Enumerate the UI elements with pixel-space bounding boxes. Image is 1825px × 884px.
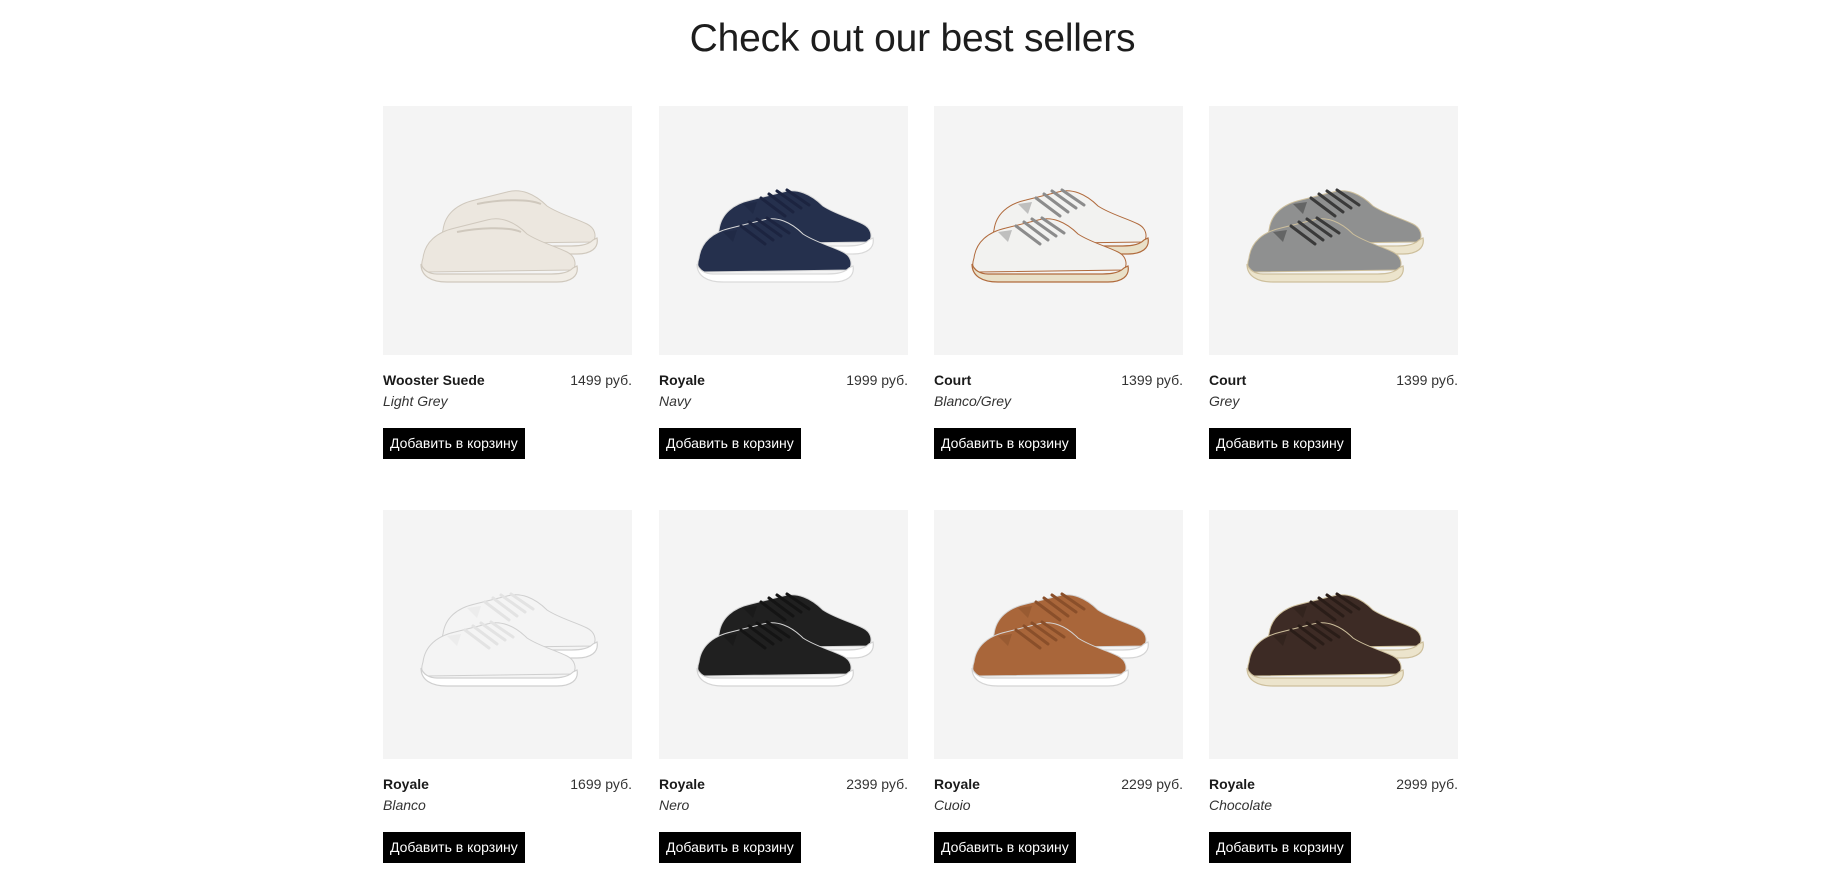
product-variant: Nero xyxy=(659,797,690,813)
sneaker-icon xyxy=(419,592,598,687)
sneaker-icon xyxy=(1245,592,1424,687)
product-info: Royale 2399 руб. Nero xyxy=(659,776,908,822)
add-to-cart-button[interactable]: Добавить в корзину xyxy=(383,428,525,459)
product-price: 2399 руб. xyxy=(846,776,908,792)
product-variant: Grey xyxy=(1209,393,1240,409)
product-price: 1399 руб. xyxy=(1396,372,1458,388)
product-image[interactable] xyxy=(1209,510,1458,759)
product-info: Court 1399 руб. Blanco/Grey xyxy=(934,372,1183,418)
add-to-cart-button[interactable]: Добавить в корзину xyxy=(1209,832,1351,863)
product-name[interactable]: Royale xyxy=(383,776,429,792)
product-price: 2999 руб. xyxy=(1396,776,1458,792)
product-info: Court 1399 руб. Grey xyxy=(1209,372,1458,418)
product-card: Court 1399 руб. Blanco/Grey Добавить в к… xyxy=(934,106,1183,459)
product-image[interactable] xyxy=(659,106,908,355)
product-card: Royale 1699 руб. Blanco Добавить в корзи… xyxy=(383,510,632,863)
product-variant: Cuoio xyxy=(934,797,971,813)
product-image[interactable] xyxy=(383,106,632,355)
product-card: Royale 1999 руб. Navy Добавить в корзину xyxy=(659,106,908,459)
product-info: Royale 1699 руб. Blanco xyxy=(383,776,632,822)
add-to-cart-button[interactable]: Добавить в корзину xyxy=(1209,428,1351,459)
product-name[interactable]: Royale xyxy=(1209,776,1255,792)
product-image[interactable] xyxy=(1209,106,1458,355)
product-image[interactable] xyxy=(934,106,1183,355)
product-variant: Light Grey xyxy=(383,393,448,409)
product-card: Court 1399 руб. Grey Добавить в корзину xyxy=(1209,106,1458,459)
product-price: 2299 руб. xyxy=(1121,776,1183,792)
add-to-cart-button[interactable]: Добавить в корзину xyxy=(659,428,801,459)
product-name[interactable]: Wooster Suede xyxy=(383,372,485,388)
product-price: 1999 руб. xyxy=(846,372,908,388)
product-variant: Blanco/Grey xyxy=(934,393,1012,409)
slip-on-sneaker-icon xyxy=(419,189,598,283)
product-image[interactable] xyxy=(659,510,908,759)
sneaker-icon xyxy=(1245,188,1424,283)
add-to-cart-button[interactable]: Добавить в корзину xyxy=(934,832,1076,863)
product-variant: Navy xyxy=(659,393,691,409)
add-to-cart-button[interactable]: Добавить в корзину xyxy=(383,832,525,863)
product-card: Royale 2399 руб. Nero Добавить в корзину xyxy=(659,510,908,863)
product-price: 1499 руб. xyxy=(570,372,632,388)
product-variant: Chocolate xyxy=(1209,797,1273,813)
add-to-cart-button[interactable]: Добавить в корзину xyxy=(934,428,1076,459)
product-image[interactable] xyxy=(934,510,1183,759)
product-card: Royale 2999 руб. Chocolate Добавить в ко… xyxy=(1209,510,1458,863)
product-price: 1699 руб. xyxy=(570,776,632,792)
product-card: Wooster Suede 1499 руб. Light Grey Добав… xyxy=(383,106,632,459)
product-name[interactable]: Royale xyxy=(659,776,705,792)
add-to-cart-button[interactable]: Добавить в корзину xyxy=(659,832,801,863)
product-name[interactable]: Court xyxy=(1209,372,1246,388)
product-name[interactable]: Court xyxy=(934,372,971,388)
sneaker-icon xyxy=(970,592,1149,687)
sneaker-icon xyxy=(970,188,1149,283)
product-image[interactable] xyxy=(383,510,632,759)
product-name[interactable]: Royale xyxy=(659,372,705,388)
product-info: Royale 1999 руб. Navy xyxy=(659,372,908,418)
product-price: 1399 руб. xyxy=(1121,372,1183,388)
product-info: Royale 2999 руб. Chocolate xyxy=(1209,776,1458,822)
sneaker-icon xyxy=(695,592,874,687)
product-card: Royale 2299 руб. Cuoio Добавить в корзин… xyxy=(934,510,1183,863)
product-info: Wooster Suede 1499 руб. Light Grey xyxy=(383,372,632,418)
sneaker-icon xyxy=(695,188,874,283)
product-name[interactable]: Royale xyxy=(934,776,980,792)
product-variant: Blanco xyxy=(383,797,426,813)
product-grid: Wooster Suede 1499 руб. Light Grey Добав… xyxy=(0,0,1825,884)
product-info: Royale 2299 руб. Cuoio xyxy=(934,776,1183,822)
